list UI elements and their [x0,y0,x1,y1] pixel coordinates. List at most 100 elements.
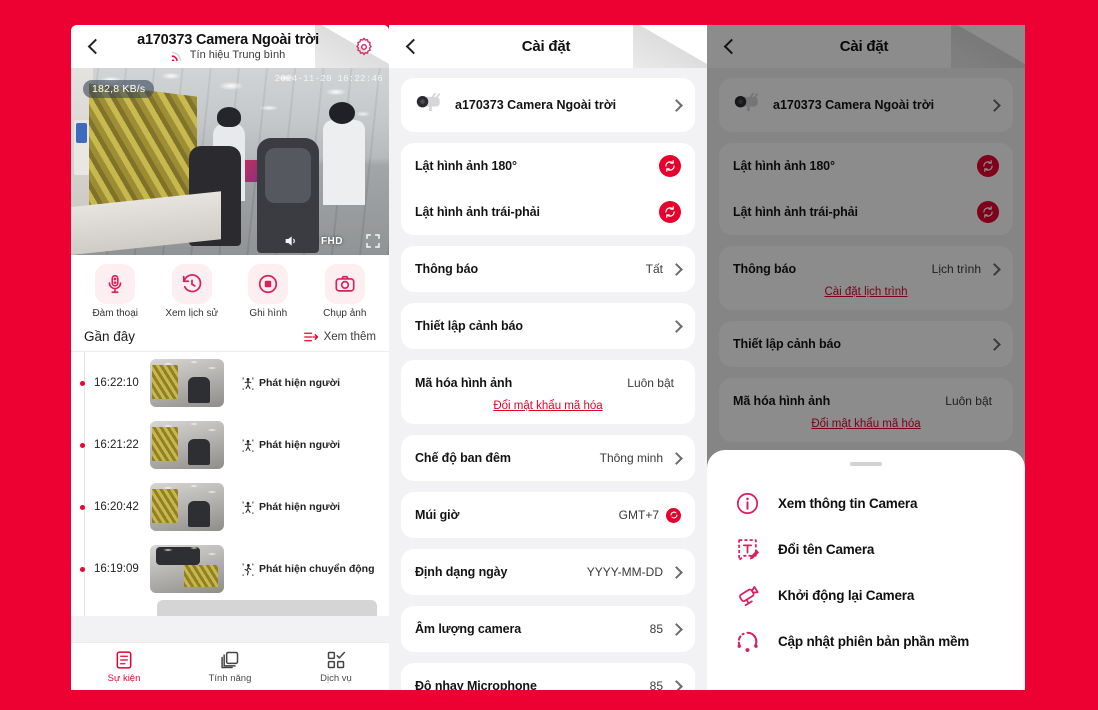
night-mode-row[interactable]: Chế độ ban đêm Thông minh [415,435,683,481]
list-item[interactable]: 16:19:09 Phát hiện chuyển động [71,538,389,600]
events-list-icon [116,650,132,669]
back-button[interactable] [401,36,423,58]
bottom-nav-events[interactable]: Sự kiện [71,643,177,690]
bottom-nav-services[interactable]: Dịch vụ [283,643,389,690]
notification-row[interactable]: Thông báo Tất [415,246,683,292]
event-marker-dot [80,380,85,386]
sheet-item-restart-camera-label: Khởi động lại Camera [778,587,915,603]
alert-setup-card: Thiết lập cảnh báo [401,303,695,349]
device-card: a170373 Camera Ngoài trời [401,78,695,132]
flip-180-label: Lật hình ảnh 180° [415,159,517,173]
mic-sensitivity-value: 85 [649,679,663,690]
encryption-label: Mã hóa hình ảnh [415,376,513,390]
action-record-label: Ghi hình [249,308,288,319]
event-thumbnail[interactable] [150,545,224,593]
mic-sensitivity-row[interactable]: Độ nhạy Microphone 85 [415,663,683,690]
alert-setup-row[interactable]: Thiết lập cảnh báo [415,303,683,349]
microphone-icon [108,274,122,294]
event-type-label: Phát hiện người [259,377,340,389]
record-icon [259,274,278,294]
event-type-label: Phát hiện người [259,501,340,513]
signal-label: Tín hiệu Trung bình [189,49,286,61]
video-quality-button[interactable]: FHD [321,236,343,247]
event-type-label: Phát hiện chuyển động [259,563,375,575]
bullet-camera-icon [415,91,445,118]
chevron-right-icon [670,262,683,276]
flip-rotate-icon[interactable] [659,155,681,177]
sheet-item-rename-camera[interactable]: Đổi tên Camera [707,526,1025,572]
live-video-feed[interactable]: 182,8 KB/s 2024-11-20 16:22:46 FHD [71,68,389,255]
layers-icon [221,651,239,668]
info-circle-icon [733,489,761,517]
settings-header: Cài đặt [389,25,707,68]
camera-volume-label: Âm lượng camera [415,622,522,636]
camera-restart-icon [733,581,761,609]
flip-horizontal-row[interactable]: Lật hình ảnh trái-phải [415,189,681,235]
settings-header-titles: Cài đặt [423,38,669,55]
timezone-value: GMT+7 [618,508,659,522]
change-encryption-password-link[interactable]: Đổi mật khẩu mã hóa [415,400,681,424]
notification-label: Thông báo [415,262,478,276]
chevron-right-icon [670,98,683,112]
date-format-value: YYYY-MM-DD [586,565,663,579]
night-mode-value: Thông minh [599,451,663,465]
back-button[interactable] [83,36,105,58]
speaker-icon[interactable] [283,233,299,249]
night-mode-card: Chế độ ban đêm Thông minh [401,435,695,481]
event-type: Phát hiện người [242,438,340,452]
bottom-nav-services-label: Dịch vụ [320,672,352,684]
notification-card: Thông báo Tất [401,246,695,292]
sheet-drag-handle[interactable] [850,462,882,466]
chevron-right-icon [670,565,683,579]
event-marker-dot [80,504,85,510]
action-talk[interactable]: Đàm thoại [84,264,146,319]
event-thumbnail[interactable] [150,421,224,469]
list-item[interactable]: 16:20:42 Phát hiện người [71,476,389,538]
flip-rotate-icon[interactable] [659,201,681,223]
event-thumbnail[interactable] [150,359,224,407]
video-water-cooler [74,120,89,175]
device-row[interactable]: a170373 Camera Ngoài trời [415,78,683,132]
video-person-b [323,102,365,205]
gear-icon [356,37,372,55]
event-list-partial-next [157,600,377,616]
event-type: Phát hiện người [242,376,340,390]
camera-menu-panel: Cài đặt a170373 Camera Ngoài trời Lật hì… [707,25,1025,690]
camera-volume-row[interactable]: Âm lượng camera 85 [415,606,683,652]
event-list: 16:22:10 Phát hiện người 16:21:22 Phát h… [71,352,389,616]
list-item[interactable]: 16:22:10 Phát hiện người [71,352,389,414]
event-thumbnail[interactable] [150,483,224,531]
alert-setup-label: Thiết lập cảnh báo [415,319,523,333]
live-view-panel: a170373 Camera Ngoài trời Tín hiệu Trung… [71,25,389,690]
bitrate-badge: 182,8 KB/s [83,80,155,98]
action-history[interactable]: Xem lịch sử [161,264,223,319]
event-marker-dot [80,442,85,448]
screenshot-stage: a170373 Camera Ngoài trời Tín hiệu Trung… [0,0,1098,710]
settings-scroll-area: Cài đặt a170373 Camera Ngoài trời Lật hì… [389,25,707,690]
action-snapshot[interactable]: Chụp ảnh [314,264,376,319]
action-snapshot-label: Chụp ảnh [323,308,367,319]
sheet-item-camera-info[interactable]: Xem thông tin Camera [707,480,1025,526]
fullscreen-icon[interactable] [365,233,381,249]
date-format-row[interactable]: Định dạng ngày YYYY-MM-DD [415,549,683,595]
timezone-row[interactable]: Múi giờ GMT+7 [415,492,681,538]
see-more-button[interactable]: Xem thêm [303,331,376,343]
list-item[interactable]: 16:21:22 Phát hiện người [71,414,389,476]
settings-list: a170373 Camera Ngoài trời Lật hình ảnh 1… [389,68,707,690]
camera-actions-sheet: Xem thông tin Camera Đổi tên Camera Khởi… [707,450,1025,690]
live-scroll-area: a170373 Camera Ngoài trời Tín hiệu Trung… [71,25,389,690]
action-snapshot-icon-bg [324,264,365,304]
chevron-right-icon [670,451,683,465]
sheet-item-firmware-update[interactable]: Cập nhật phiên bản phần mềm [707,618,1025,664]
settings-gear-button[interactable] [351,34,377,60]
timezone-sync-icon[interactable] [666,507,681,523]
sheet-item-restart-camera[interactable]: Khởi động lại Camera [707,572,1025,618]
flip-180-row[interactable]: Lật hình ảnh 180° [415,143,681,189]
mic-sensitivity-card: Độ nhạy Microphone 85 [401,663,695,690]
live-header-titles: a170373 Camera Ngoài trời Tín hiệu Trung… [105,32,351,61]
action-record[interactable]: Ghi hình [237,264,299,319]
chevron-right-icon [670,679,683,690]
rename-edit-icon [733,535,761,563]
person-detect-icon [242,500,254,514]
bottom-nav-features[interactable]: Tính năng [177,643,283,690]
